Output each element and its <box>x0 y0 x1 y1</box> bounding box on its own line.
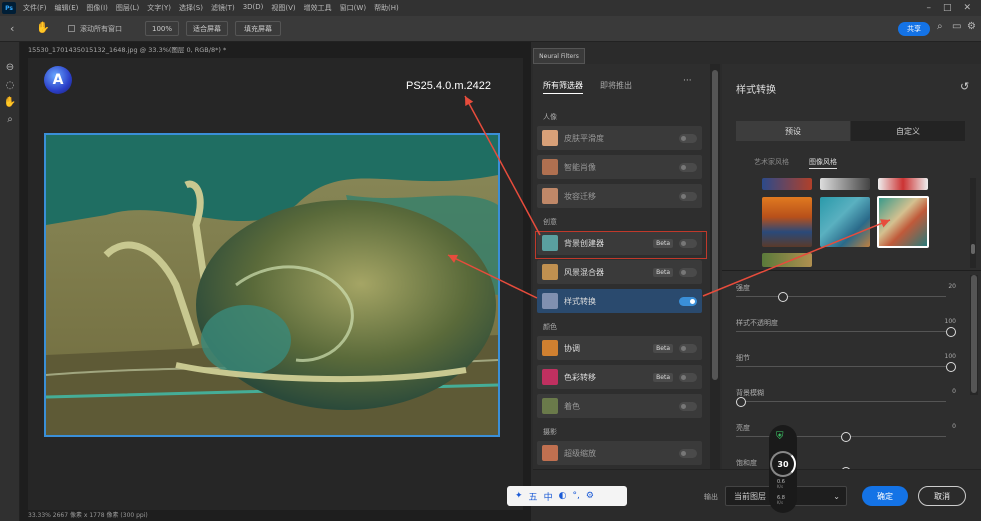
arrow-to-version <box>464 95 541 236</box>
arrow-to-thumbnail <box>702 219 891 297</box>
annotation-arrows <box>447 95 891 299</box>
arrow-to-canvas <box>447 254 538 299</box>
